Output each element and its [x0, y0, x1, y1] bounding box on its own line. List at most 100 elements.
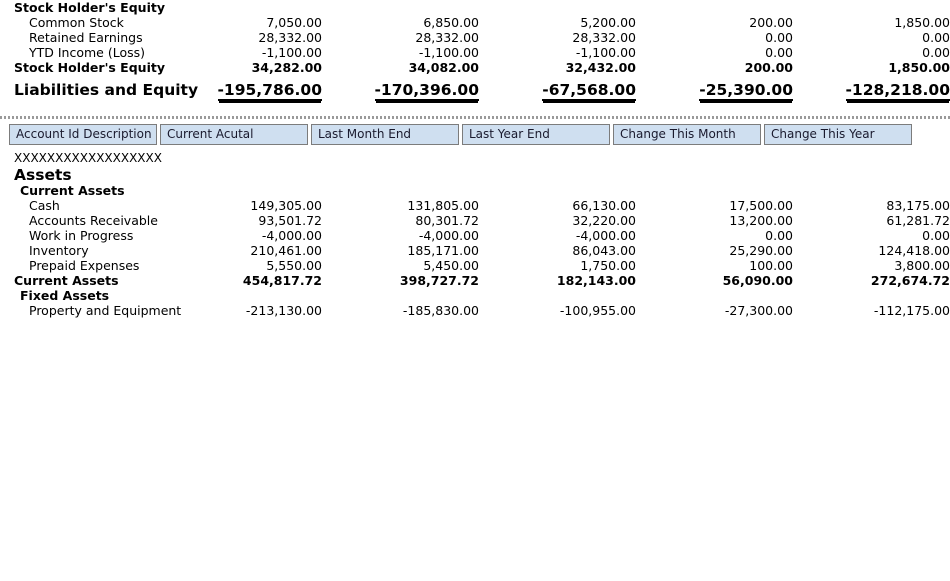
row-value: 34,282.00 [251, 60, 322, 75]
row-value [322, 288, 479, 303]
row-label: Accounts Receivable [29, 213, 158, 228]
row-value: 28,332.00 [415, 30, 479, 45]
column-header-cell[interactable]: Account Id Description [9, 124, 157, 145]
report-row: Stock Holder's Equity [0, 0, 950, 15]
row-value: 93,501.72 [258, 213, 322, 228]
row-label: Assets [14, 166, 72, 184]
row-value: 0.00 [765, 228, 793, 243]
row-label: Cash [29, 198, 60, 213]
report-row: Stock Holder's Equity 34,282.00 34,082.00 3… [0, 60, 950, 75]
empty-cell [793, 145, 950, 168]
equity-report-table: Stock Holder's Equity Common Stock 7,050.0… [0, 0, 950, 110]
row-label: Retained Earnings [29, 30, 143, 45]
row-value: 3,800.00 [894, 258, 950, 273]
row-label: Current Assets [14, 273, 119, 288]
row-value [479, 183, 636, 198]
row-value: 7,050.00 [266, 15, 322, 30]
section-divider [0, 110, 950, 124]
row-value: -4,000.00 [261, 228, 322, 243]
row-value: 0.00 [922, 45, 950, 60]
column-header-cell[interactable]: Current Acutal [160, 124, 308, 145]
row-value: -1,100.00 [575, 45, 636, 60]
empty-cell [322, 145, 479, 168]
report-row: YTD Income (Loss) -1,100.00 -1,100.00 -1,10… [0, 45, 950, 60]
equity-report-body: Stock Holder's Equity Common Stock 7,050.0… [0, 0, 950, 110]
row-label: Common Stock [29, 15, 124, 30]
row-value: 5,200.00 [580, 15, 636, 30]
column-header-cell[interactable]: Last Year End [462, 124, 610, 145]
row-value: 272,674.72 [870, 273, 950, 288]
row-value: -4,000.00 [418, 228, 479, 243]
row-value: 66,130.00 [572, 198, 636, 213]
row-value: -128,218.00 [793, 75, 950, 110]
row-value: 32,432.00 [565, 60, 636, 75]
row-value: 80,301.72 [415, 213, 479, 228]
row-value: 0.00 [765, 30, 793, 45]
row-value: 124,418.00 [878, 243, 950, 258]
assets-report-body: XXXXXXXXXXXXXXXXXX Assets Current Assets Ca… [0, 145, 950, 318]
row-value: -25,390.00 [636, 75, 793, 110]
row-value: -1,100.00 [261, 45, 322, 60]
row-value: 83,175.00 [886, 198, 950, 213]
column-header-cell[interactable]: Change This Year [764, 124, 912, 145]
report-row: Current Assets 454,817.72 398,727.72 182,14… [0, 273, 950, 288]
assets-report-table: XXXXXXXXXXXXXXXXXX Assets Current Assets Ca… [0, 145, 950, 318]
column-header-row: Account Id Description Current Acutal Last… [0, 124, 950, 145]
row-value [165, 183, 322, 198]
report-row: Common Stock 7,050.00 6,850.00 5,200.00 200.… [0, 15, 950, 30]
report-row: Fixed Assets [0, 288, 950, 303]
row-value [479, 288, 636, 303]
row-value: 0.00 [922, 228, 950, 243]
row-value [636, 183, 793, 198]
row-value: 1,750.00 [580, 258, 636, 273]
row-value: 13,200.00 [729, 213, 793, 228]
row-value [322, 0, 479, 15]
row-value [165, 0, 322, 15]
report-row: Inventory 210,461.00 185,171.00 86,043.00 25… [0, 243, 950, 258]
row-value: 100.00 [749, 258, 793, 273]
row-value: 5,450.00 [423, 258, 479, 273]
row-value [479, 0, 636, 15]
row-label: Stock Holder's Equity [14, 60, 165, 75]
row-value: -185,830.00 [402, 303, 479, 318]
row-label: Work in Progress [29, 228, 134, 243]
empty-cell [636, 145, 793, 168]
row-label: Prepaid Expenses [29, 258, 140, 273]
row-value: 149,305.00 [250, 198, 322, 213]
empty-cell [479, 145, 636, 168]
row-value: 182,143.00 [556, 273, 636, 288]
row-value: 86,043.00 [572, 243, 636, 258]
row-value: 28,332.00 [258, 30, 322, 45]
row-value: 454,817.72 [242, 273, 322, 288]
row-value: 1,850.00 [894, 15, 950, 30]
row-label: Stock Holder's Equity [14, 0, 165, 15]
row-value [636, 288, 793, 303]
row-value: -27,300.00 [724, 303, 793, 318]
row-value [636, 0, 793, 15]
row-value: 200.00 [744, 60, 793, 75]
row-value: 185,171.00 [407, 243, 479, 258]
row-value: -213,130.00 [245, 303, 322, 318]
report-row: Accounts Receivable 93,501.72 80,301.72 32,… [0, 213, 950, 228]
row-value [793, 0, 950, 15]
column-header-cell[interactable]: Last Month End [311, 124, 459, 145]
report-row: Current Assets [0, 183, 950, 198]
row-value: -67,568.00 [479, 75, 636, 110]
row-value: 1,850.00 [888, 60, 950, 75]
row-value: 6,850.00 [423, 15, 479, 30]
masked-account-id-row: XXXXXXXXXXXXXXXXXX [0, 145, 950, 168]
report-row: Liabilities and Equity -195,786.00 -170,39… [0, 75, 950, 110]
row-value [322, 183, 479, 198]
balance-sheet-report-page: Stock Holder's Equity Common Stock 7,050.0… [0, 0, 950, 581]
row-label: YTD Income (Loss) [29, 45, 146, 60]
report-row: Retained Earnings 28,332.00 28,332.00 28,33… [0, 30, 950, 45]
row-value: 398,727.72 [399, 273, 479, 288]
row-value: 25,290.00 [729, 243, 793, 258]
row-value: 0.00 [922, 30, 950, 45]
report-row: Prepaid Expenses 5,550.00 5,450.00 1,750.00… [0, 258, 950, 273]
row-value: 32,220.00 [572, 213, 636, 228]
empty-cell [165, 145, 322, 168]
grand-total-value: -128,218.00 [845, 81, 950, 101]
row-value [793, 288, 950, 303]
column-header-cell[interactable]: Change This Month [613, 124, 761, 145]
